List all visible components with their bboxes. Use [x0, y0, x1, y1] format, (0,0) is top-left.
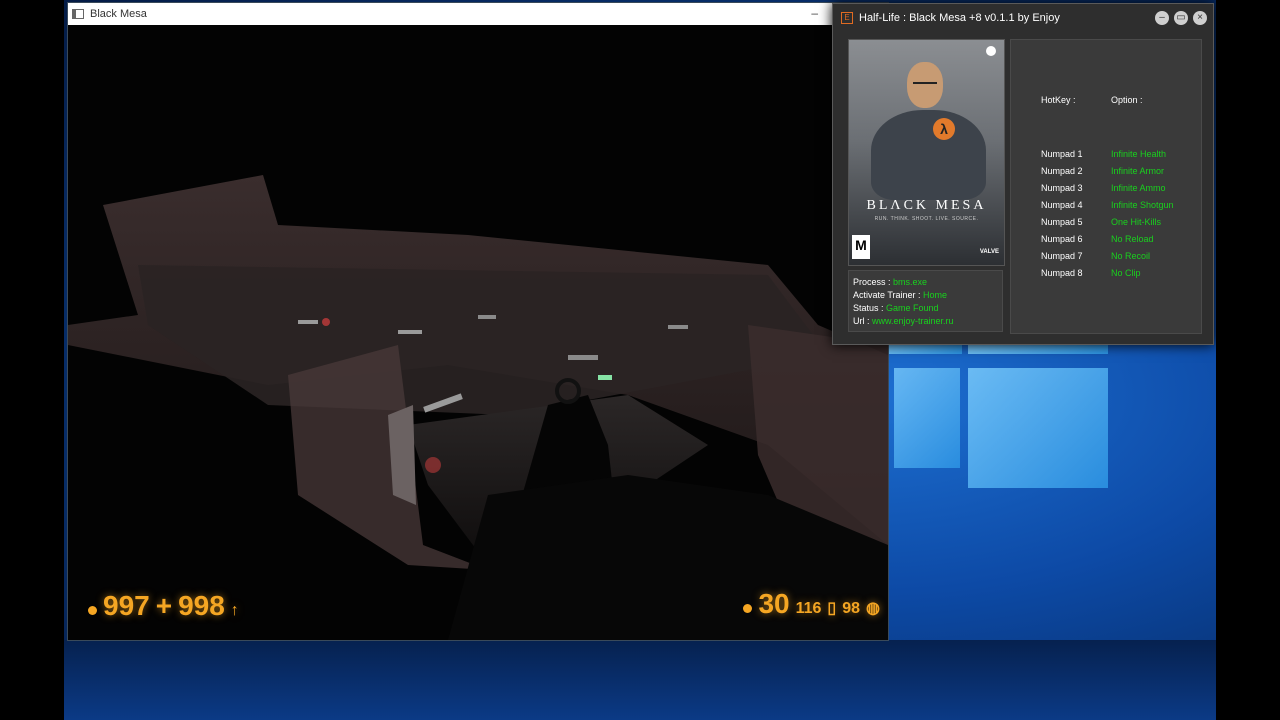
option-row: Numpad 2 Infinite Armor: [1011, 166, 1201, 180]
game-window[interactable]: Black Mesa – 997 + 998 ↑ 30 116 ▯ 98 ◍: [67, 2, 889, 641]
hotkey-label: Numpad 8: [1041, 268, 1083, 278]
trainer-title: Half-Life : Black Mesa +8 v0.1.1 by Enjo…: [859, 12, 1060, 24]
process-label: Process :: [853, 277, 891, 287]
ammo-icon: [743, 604, 753, 613]
cover-character-suit: [871, 110, 986, 200]
hud-health-armor: 997 + 998 ↑: [88, 590, 239, 622]
maximize-button[interactable]: ▭: [1174, 11, 1188, 25]
option-label: Infinite Health: [1111, 149, 1167, 159]
minimize-icon[interactable]: –: [811, 6, 818, 20]
armor-value: 998: [178, 590, 225, 621]
health-icon: [88, 606, 97, 615]
esrb-rating-badge: M: [852, 235, 870, 259]
process-row: Process : bms.exe: [853, 276, 1002, 289]
option-label: Infinite Armor: [1111, 166, 1165, 176]
activate-row: Activate Trainer : Home: [853, 289, 1002, 302]
windows-logo: [884, 340, 1108, 510]
option-label: Infinite Shotgun: [1111, 200, 1174, 210]
status-value: Game Found: [886, 303, 939, 313]
trainer-app-icon: E: [841, 12, 853, 24]
trainer-window[interactable]: E Half-Life : Black Mesa +8 v0.1.1 by En…: [832, 3, 1214, 345]
hotkey-label: Numpad 2: [1041, 166, 1083, 176]
game-cover-art: λ BLΛCK MESA RUN. THINK. SHOOT. LIVE. SO…: [848, 39, 1005, 266]
hotkey-header: HotKey :: [1041, 95, 1076, 105]
app-window-icon: [72, 9, 84, 19]
letterbox-right: [1216, 0, 1280, 720]
hotkey-label: Numpad 6: [1041, 234, 1083, 244]
option-row: Numpad 4 Infinite Shotgun: [1011, 200, 1201, 214]
option-row: Numpad 6 No Reload: [1011, 234, 1201, 248]
wallpaper-bottom: [64, 640, 1216, 720]
magazine-icon: ▯: [827, 600, 837, 617]
option-row: Numpad 7 No Recoil: [1011, 251, 1201, 265]
hotkey-label: Numpad 5: [1041, 217, 1083, 227]
close-button[interactable]: ×: [1193, 11, 1207, 25]
option-row: Numpad 8 No Clip: [1011, 268, 1201, 282]
option-label: One Hit-Kills: [1111, 217, 1162, 227]
cover-tagline: RUN. THINK. SHOOT. LIVE. SOURCE.: [874, 216, 979, 222]
cheat-options-panel: HotKey : Option : Numpad 1 Infinite Heal…: [1010, 39, 1202, 334]
cover-glasses: [913, 76, 937, 84]
url-label: Url :: [853, 316, 870, 326]
publisher-logo: VALVE: [979, 249, 999, 255]
window-controls: – ▭ ×: [1155, 11, 1207, 25]
option-row: Numpad 5 One Hit-Kills: [1011, 217, 1201, 231]
option-row: Numpad 1 Infinite Health: [1011, 149, 1201, 163]
cover-character-head: [907, 62, 943, 108]
health-value: 997: [103, 590, 150, 621]
option-row: Numpad 3 Infinite Ammo: [1011, 183, 1201, 197]
activate-value: Home: [923, 290, 948, 300]
level-scene: [68, 175, 888, 640]
hotkey-label: Numpad 1: [1041, 149, 1083, 159]
hotkey-label: Numpad 3: [1041, 183, 1083, 193]
trainer-info-panel: Process : bms.exe Activate Trainer : Hom…: [848, 270, 1003, 332]
option-header: Option :: [1111, 95, 1143, 105]
hud-ammo: 30 116 ▯ 98 ◍: [743, 588, 880, 620]
option-label: No Reload: [1111, 234, 1154, 244]
studio-logo-icon: [986, 46, 996, 56]
status-row: Status : Game Found: [853, 302, 1002, 315]
option-label: No Clip: [1111, 268, 1141, 278]
ammo-reserve-value: 116: [795, 600, 822, 617]
url-link[interactable]: www.enjoy-trainer.ru: [872, 316, 954, 326]
armor-icon: ↑: [230, 602, 239, 619]
url-row: Url : www.enjoy-trainer.ru: [853, 315, 1002, 328]
option-label: Infinite Ammo: [1111, 183, 1166, 193]
activate-label: Activate Trainer :: [853, 290, 921, 300]
grenade-count-value: 98: [842, 600, 861, 617]
option-label: No Recoil: [1111, 251, 1151, 261]
game-viewport[interactable]: 997 + 998 ↑ 30 116 ▯ 98 ◍: [68, 25, 888, 640]
grenade-icon: ◍: [866, 600, 880, 617]
process-value: bms.exe: [893, 277, 928, 287]
game-titlebar[interactable]: Black Mesa –: [68, 3, 888, 25]
hud-separator: +: [155, 590, 173, 621]
hotkey-label: Numpad 4: [1041, 200, 1083, 210]
status-label: Status :: [853, 303, 884, 313]
minimize-button[interactable]: –: [1155, 11, 1169, 25]
letterbox-left: [0, 0, 64, 720]
ammo-clip-value: 30: [758, 588, 790, 619]
game-window-title: Black Mesa: [90, 8, 147, 20]
cover-title: BLΛCK MESA: [866, 198, 987, 213]
lambda-icon: λ: [933, 118, 955, 140]
hotkey-label: Numpad 7: [1041, 251, 1083, 261]
trainer-titlebar[interactable]: E Half-Life : Black Mesa +8 v0.1.1 by En…: [833, 4, 1213, 32]
